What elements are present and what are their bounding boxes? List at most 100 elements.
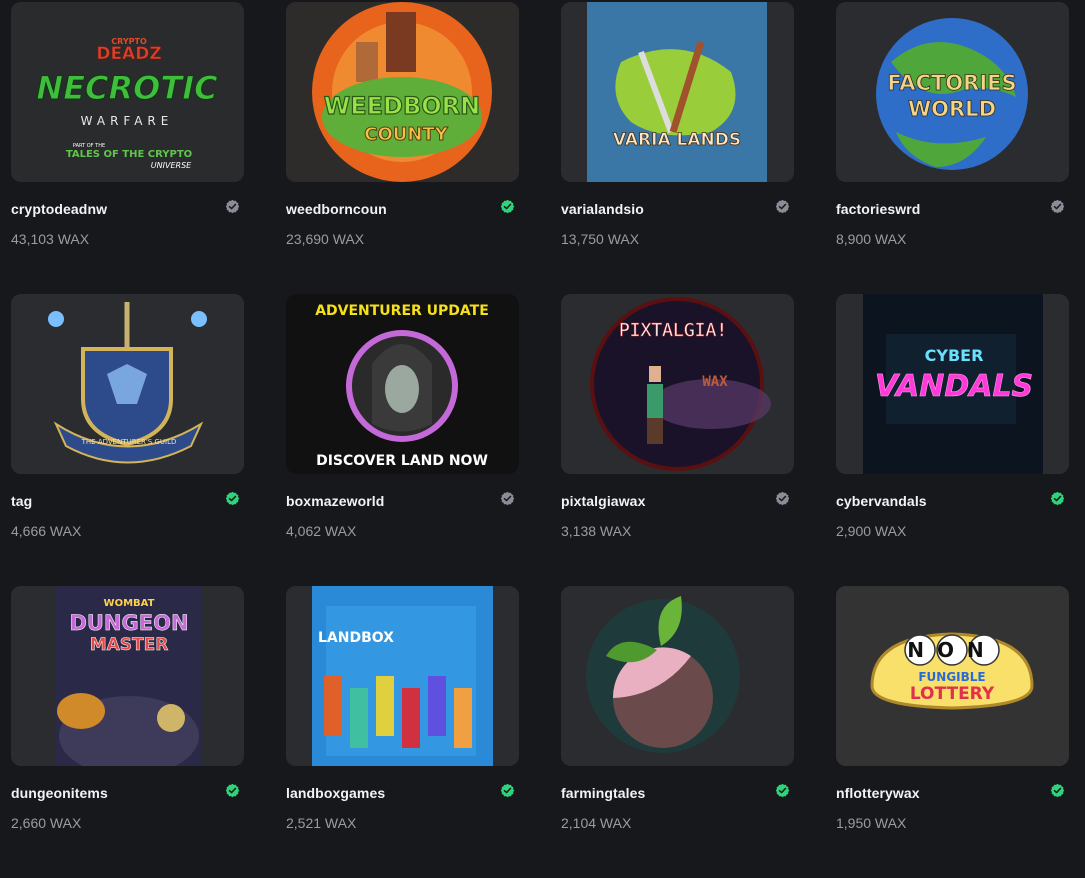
collection-meta: dungeonitems <box>11 783 244 804</box>
collection-artwork: NON FUNGIBLELOTTERY <box>836 586 1069 766</box>
svg-text:PIXTALGIA!: PIXTALGIA! <box>619 320 727 341</box>
collection-artwork: ADVENTURER UPDATE DISCOVER LAND NOW <box>286 294 519 474</box>
collection-name[interactable]: varialandsio <box>561 200 794 218</box>
collection-meta: cybervandals <box>836 491 1069 512</box>
verified-badge-icon <box>1050 491 1065 506</box>
svg-text:LANDBOX: LANDBOX <box>318 630 394 646</box>
collection-name[interactable]: tag <box>11 492 244 510</box>
collection-name[interactable]: landboxgames <box>286 784 519 802</box>
collection-name[interactable]: cybervandals <box>836 492 1069 510</box>
collection-volume: 23,690 WAX <box>286 231 365 247</box>
svg-text:LOTTERY: LOTTERY <box>910 684 995 704</box>
collection-image[interactable]: CRYPTO DEADZ NECROTIC WARFARE PART OF THE TAL… <box>11 2 244 182</box>
collection-card-cryptodeadnw[interactable]: CRYPTO DEADZ NECROTIC WARFARE PART OF THE TAL… <box>11 2 244 294</box>
collection-name[interactable]: weedborncoun <box>286 200 519 218</box>
collection-meta: factorieswrd <box>836 199 1069 220</box>
collection-name[interactable]: cryptodeadnw <box>11 200 244 218</box>
collection-card-tag[interactable]: THE ADVENTURER'S GUILD tag 4,666 WAX <box>11 294 244 586</box>
collection-name[interactable]: boxmazeworld <box>286 492 519 510</box>
collection-volume: 4,062 WAX <box>286 523 357 539</box>
collection-image[interactable]: ADVENTURER UPDATE DISCOVER LAND NOW <box>286 294 519 474</box>
svg-text:WEEDBORN: WEEDBORN <box>324 92 480 120</box>
collection-volume: 2,660 WAX <box>11 815 82 831</box>
verified-badge-icon <box>500 199 515 214</box>
collection-meta: tag <box>11 491 244 512</box>
verified-badge-icon <box>775 783 790 798</box>
svg-text:FACTORIES: FACTORIES <box>887 71 1016 95</box>
collection-card-pixtalgiawax[interactable]: PIXTALGIA! WAX pixtalgiawax 3,138 WAX <box>561 294 794 586</box>
collection-artwork: WEEDBORN COUNTY <box>286 2 519 182</box>
collection-volume: 2,521 WAX <box>286 815 357 831</box>
collection-image[interactable]: VARIA LANDS <box>561 2 794 182</box>
collection-name[interactable]: dungeonitems <box>11 784 244 802</box>
svg-text:WAX: WAX <box>702 374 728 390</box>
svg-text:WORLD: WORLD <box>908 97 996 121</box>
svg-text:DUNGEON: DUNGEON <box>69 611 188 635</box>
collection-card-boxmazeworld[interactable]: ADVENTURER UPDATE DISCOVER LAND NOW boxmaz… <box>286 294 519 586</box>
unverified-badge-icon <box>225 199 240 214</box>
collection-volume: 13,750 WAX <box>561 231 640 247</box>
collection-volume: 2,104 WAX <box>561 815 632 831</box>
collection-meta: weedborncoun <box>286 199 519 220</box>
collection-image[interactable]: WOMBAT DUNGEON MASTER <box>11 586 244 766</box>
collection-card-cybervandals[interactable]: CYBER VANDALS cybervandals 2,900 WAX <box>836 294 1069 586</box>
collection-artwork: THE ADVENTURER'S GUILD <box>11 294 244 474</box>
collection-card-factorieswrd[interactable]: FACTORIES WORLD factorieswrd 8,900 WAX <box>836 2 1069 294</box>
collection-card-landboxgames[interactable]: LANDBOX landboxgames 2,521 WAX <box>286 586 519 878</box>
collection-image[interactable]: FACTORIES WORLD <box>836 2 1069 182</box>
collection-meta: cryptodeadnw <box>11 199 244 220</box>
svg-text:ADVENTURER UPDATE: ADVENTURER UPDATE <box>315 303 489 319</box>
collection-volume: 1,950 WAX <box>836 815 907 831</box>
collection-name[interactable]: farmingtales <box>561 784 794 802</box>
collection-artwork: FACTORIESWORLD <box>836 2 1069 182</box>
svg-text:TALES OF THE CRYPTO: TALES OF THE CRYPTO <box>66 149 192 160</box>
collection-name[interactable]: pixtalgiawax <box>561 492 794 510</box>
collection-image[interactable]: LANDBOX <box>286 586 519 766</box>
collection-artwork: CYBER VANDALS <box>836 294 1069 474</box>
svg-text:VARIA LANDS: VARIA LANDS <box>613 130 741 150</box>
svg-text:WARFARE: WARFARE <box>81 114 174 128</box>
verified-badge-icon <box>500 783 515 798</box>
unverified-badge-icon <box>775 491 790 506</box>
collection-card-varialandsio[interactable]: VARIA LANDS varialandsio 13,750 WAX <box>561 2 794 294</box>
svg-text:THE ADVENTURER'S GUILD: THE ADVENTURER'S GUILD <box>81 438 177 446</box>
collection-volume: 2,900 WAX <box>836 523 907 539</box>
collection-meta: farmingtales <box>561 783 794 804</box>
collection-meta: nflotterywax <box>836 783 1069 804</box>
collection-volume: 43,103 WAX <box>11 231 90 247</box>
svg-text:FUNGIBLE: FUNGIBLE <box>918 670 985 684</box>
collection-image[interactable]: CYBER VANDALS <box>836 294 1069 474</box>
verified-badge-icon <box>225 783 240 798</box>
svg-text:DISCOVER LAND NOW: DISCOVER LAND NOW <box>316 453 488 469</box>
svg-text:VANDALS: VANDALS <box>875 369 1033 404</box>
collection-card-nflotterywax[interactable]: NON FUNGIBLE LOTTERY nflotterywax 1,950 WAX <box>836 586 1069 878</box>
svg-text:NECROTIC: NECROTIC <box>36 69 218 107</box>
unverified-badge-icon <box>775 199 790 214</box>
collection-image[interactable]: WEEDBORN COUNTY <box>286 2 519 182</box>
collection-name[interactable]: nflotterywax <box>836 784 1069 802</box>
collection-artwork: WOMBAT DUNGEONMASTER <box>11 586 244 766</box>
svg-text:WOMBAT: WOMBAT <box>104 598 155 609</box>
unverified-badge-icon <box>1050 199 1065 214</box>
collection-card-farmingtales[interactable]: farmingtales 2,104 WAX <box>561 586 794 878</box>
collection-image[interactable]: PIXTALGIA! WAX <box>561 294 794 474</box>
svg-text:DEADZ: DEADZ <box>96 44 161 64</box>
collection-volume: 3,138 WAX <box>561 523 632 539</box>
collection-card-weedborncoun[interactable]: WEEDBORN COUNTY weedborncoun 23,690 WAX <box>286 2 519 294</box>
collection-meta: landboxgames <box>286 783 519 804</box>
collection-volume: 8,900 WAX <box>836 231 907 247</box>
svg-text:MASTER: MASTER <box>90 635 169 655</box>
collection-volume: 4,666 WAX <box>11 523 82 539</box>
collection-artwork <box>561 586 794 766</box>
collection-artwork: LANDBOX <box>286 586 519 766</box>
collection-image[interactable]: THE ADVENTURER'S GUILD <box>11 294 244 474</box>
collection-image[interactable] <box>561 586 794 766</box>
collection-card-dungeonitems[interactable]: WOMBAT DUNGEON MASTER dungeonitems 2,660 WAX <box>11 586 244 878</box>
collection-image[interactable]: NON FUNGIBLE LOTTERY <box>836 586 1069 766</box>
verified-badge-icon <box>225 491 240 506</box>
collection-artwork: VARIA LANDS <box>561 2 794 182</box>
collection-name[interactable]: factorieswrd <box>836 200 1069 218</box>
collections-grid: CRYPTO DEADZ NECROTIC WARFARE PART OF THE TAL… <box>11 2 1069 878</box>
verified-badge-icon <box>1050 783 1065 798</box>
collection-meta: varialandsio <box>561 199 794 220</box>
